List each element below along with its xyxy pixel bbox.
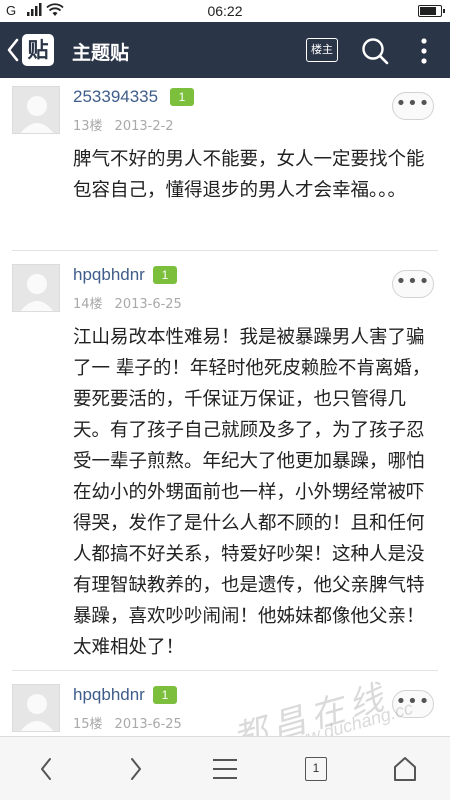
search-button[interactable]: [360, 36, 390, 66]
post-item: hpqbhdnr 1 14楼 2013-6-25 ••• 江山易改本性难易！我是被…: [0, 256, 450, 668]
post-date: 2013-6-25: [114, 717, 182, 732]
default-avatar-icon: [20, 96, 54, 133]
app-header: 贴 主题贴 楼主: [0, 22, 450, 78]
header-more-button[interactable]: [414, 36, 434, 66]
post-username[interactable]: hpqbhdnr: [73, 685, 145, 705]
menu-icon: [213, 759, 237, 779]
post-username[interactable]: 253394335: [73, 87, 158, 107]
page-title: 主题贴: [72, 42, 130, 64]
nav-back-button[interactable]: [26, 751, 66, 787]
tieba-logo-icon: 贴: [22, 34, 54, 66]
level-badge: 1: [170, 88, 194, 106]
search-icon: [362, 38, 389, 65]
level-badge: 1: [153, 266, 177, 284]
level-badge: 1: [153, 686, 177, 704]
divider: [12, 250, 438, 251]
post-more-button[interactable]: •••: [392, 270, 434, 298]
nav-forward-button[interactable]: [116, 751, 156, 787]
post-content: 脾气不好的男人不能要，女人一定要找个能包容自己，懂得退步的男人才会幸福。。。: [73, 149, 425, 201]
post-more-button[interactable]: •••: [392, 92, 434, 120]
bottom-toolbar: 1: [0, 736, 450, 800]
status-bar: G 06:22: [0, 0, 450, 22]
home-icon: [394, 757, 416, 781]
post-meta: 14楼 2013-6-25: [73, 293, 182, 312]
tieba-logo-text: 贴: [27, 38, 49, 62]
default-avatar-icon: [20, 274, 54, 311]
tabs-button[interactable]: 1: [296, 751, 336, 787]
post-item: 253394335 1 13楼 2013-2-2 ••• 脾气不好的男人不能要，女…: [0, 78, 450, 250]
post-content: 江山易改本性难易！我是被暴躁男人害了骗了一 辈子的！年轻时他死皮赖脸不肯离婚，要…: [73, 327, 431, 658]
vertical-dots-icon: [421, 38, 427, 64]
chevron-left-icon: [41, 758, 51, 780]
back-button[interactable]: 贴: [6, 32, 58, 68]
post-date: 2013-6-25: [114, 297, 182, 312]
battery-icon: [418, 5, 445, 17]
menu-button[interactable]: [205, 751, 245, 787]
post-date: 2013-2-2: [114, 119, 174, 134]
avatar[interactable]: [12, 684, 60, 732]
post-username[interactable]: hpqbhdnr: [73, 265, 145, 285]
tab-count: 1: [305, 757, 327, 781]
floor-number: 15楼: [73, 717, 103, 732]
chevron-right-icon: [131, 758, 141, 780]
post-meta: 13楼 2013-2-2: [73, 115, 174, 134]
avatar[interactable]: [12, 86, 60, 134]
only-op-button[interactable]: 楼主: [306, 38, 338, 62]
post-list: 253394335 1 13楼 2013-2-2 ••• 脾气不好的男人不能要，女…: [0, 78, 450, 736]
post-meta: 15楼 2013-6-25: [73, 713, 182, 732]
chevron-left-icon: [7, 38, 19, 62]
default-avatar-icon: [20, 694, 54, 731]
screen: G 06:22 贴 主题贴 楼主 253394335 1 13楼 2013-2-…: [0, 0, 450, 800]
floor-number: 14楼: [73, 297, 103, 312]
floor-number: 13楼: [73, 119, 103, 134]
avatar[interactable]: [12, 264, 60, 312]
status-time: 06:22: [207, 3, 243, 19]
home-button[interactable]: [385, 751, 425, 787]
